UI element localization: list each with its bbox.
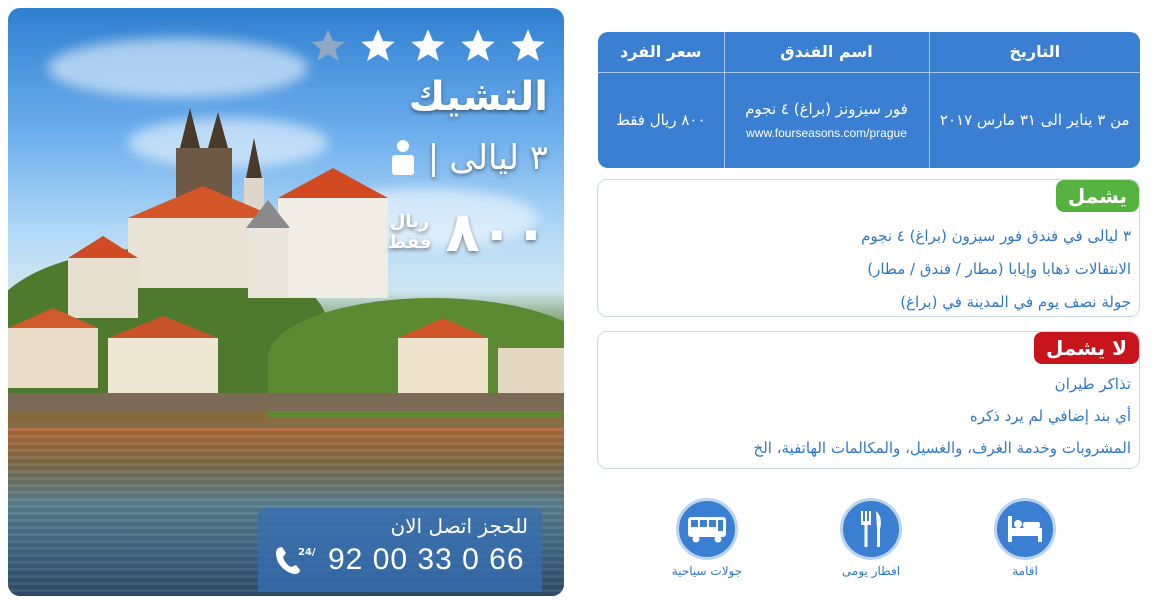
cell-hotel: فور سيزونز (براغ) ٤ نجوم www.fourseasons… — [723, 72, 929, 168]
price-amount: ٨٠٠ — [445, 200, 548, 265]
cell-price: ٨٠٠ ريال فقط — [615, 111, 706, 130]
feature-accommodation: اقامة — [970, 498, 1080, 578]
contact-phone-number[interactable]: 92 00 33 0 66 — [328, 543, 525, 577]
town-illustration — [8, 308, 564, 411]
excludes-badge: لا يشمل — [1034, 332, 1139, 364]
list-item: تذاكر طيران — [1054, 375, 1131, 393]
divider: | — [427, 138, 440, 178]
price-row: ٨٠٠ ريال فقط — [387, 200, 548, 265]
phone-24-7-icon: 24/7 — [276, 547, 316, 574]
table-header-row: التاريخ اسم الفندق سعر الفرد — [598, 32, 1140, 73]
list-item: ٣ ليالى في فندق فور سيزون (براغ) ٤ نجوم — [861, 227, 1131, 245]
star-empty-icon — [311, 29, 345, 61]
fork-knife-icon — [840, 498, 902, 560]
feature-tours: جولات سياحية — [652, 498, 762, 578]
excludes-box: لا يشمل تذاكر طيران أي بند إضافي لم يرد … — [597, 331, 1140, 469]
list-item: الانتقالات ذهابا وإيابا (مطار / فندق / م… — [867, 260, 1131, 278]
phone-badge-text: 24/7 — [298, 547, 316, 558]
star-icon — [511, 29, 545, 61]
header-hotel: اسم الفندق — [723, 32, 929, 73]
includes-box: يشمل ٣ ليالى في فندق فور سيزون (براغ) ٤ … — [597, 179, 1140, 317]
contact-phone-row: 24/7 92 00 33 0 66 — [272, 542, 528, 578]
package-info-table: التاريخ اسم الفندق سعر الفرد من ٣ يناير … — [598, 32, 1140, 168]
includes-list: ٣ ليالى في فندق فور سيزون (براغ) ٤ نجوم … — [606, 220, 1131, 319]
hotel-name: فور سيزونز (براغ) ٤ نجوم — [745, 100, 908, 119]
destination-photo-card: التشيك ٣ ليالى | ٨٠٠ ريال فقط للحجز اتصل… — [8, 8, 564, 596]
price-currency: ريال فقط — [387, 210, 432, 253]
cell-date: من ٣ يناير الى ٣١ مارس ٢٠١٧ — [928, 72, 1140, 168]
feature-label: جولات سياحية — [671, 564, 743, 578]
bus-icon — [676, 498, 738, 560]
header-price: سعر الفرد — [598, 32, 724, 73]
includes-badge: يشمل — [1055, 180, 1139, 212]
feature-label: اقامة — [1012, 564, 1038, 578]
hotel-website-link[interactable]: www.fourseasons.com/prague — [733, 126, 921, 140]
currency-label: ريال — [389, 210, 430, 232]
castle-illustration — [68, 108, 388, 318]
nights-label: ٣ ليالى — [449, 138, 548, 178]
rating-stars — [308, 26, 548, 66]
cloud — [48, 38, 308, 98]
list-item: المشروبات وخدمة الغرف، والغسيل، والمكالم… — [753, 439, 1131, 457]
nights-row: ٣ ليالى | — [388, 138, 548, 178]
contact-label: للحجز اتصل الان — [390, 514, 528, 538]
excludes-list: تذاكر طيران أي بند إضافي لم يرد ذكره الم… — [606, 368, 1131, 464]
star-icon — [361, 29, 395, 61]
destination-title: التشيك — [408, 74, 548, 120]
booking-contact-box[interactable]: للحجز اتصل الان 24/7 92 00 33 0 66 — [258, 508, 542, 592]
feature-label: افطار يومى — [841, 564, 901, 578]
star-icon — [461, 29, 495, 61]
person-icon — [391, 140, 414, 175]
bed-icon — [994, 498, 1056, 560]
header-date: التاريخ — [928, 32, 1140, 73]
table-row: من ٣ يناير الى ٣١ مارس ٢٠١٧ فور سيزونز (… — [598, 72, 1140, 168]
star-icon — [411, 29, 445, 61]
feature-breakfast: افطار يومى — [816, 498, 926, 578]
only-label: فقط — [387, 231, 432, 253]
list-item: أي بند إضافي لم يرد ذكره — [969, 407, 1131, 425]
list-item: جولة نصف يوم في المدينة في (براغ) — [900, 293, 1131, 311]
